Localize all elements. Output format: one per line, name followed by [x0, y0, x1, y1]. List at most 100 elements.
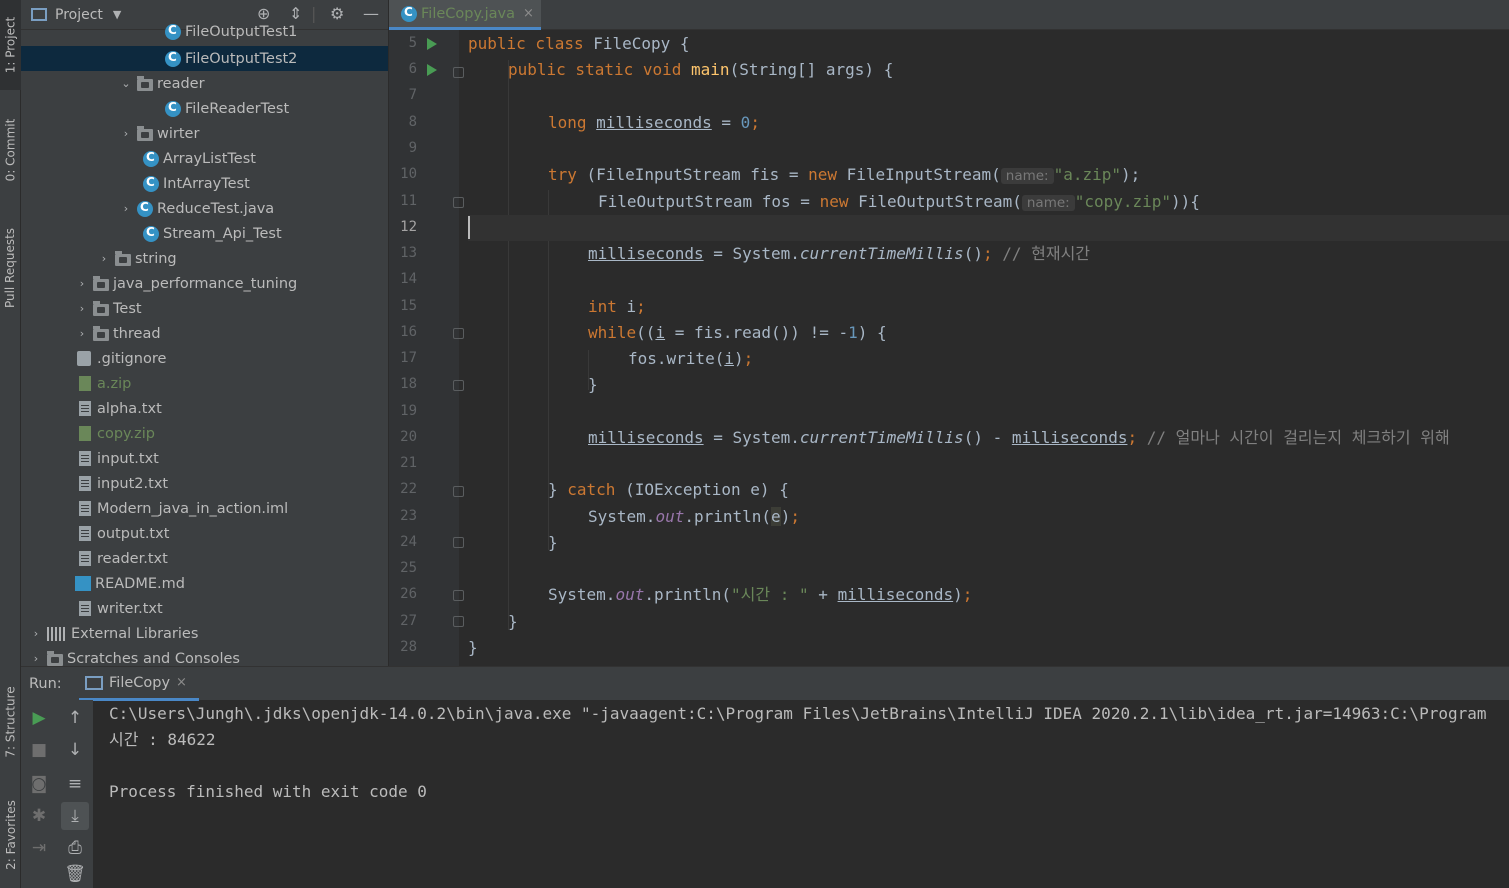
chevron-right-icon[interactable]: ›	[29, 652, 43, 665]
arrow-up-icon[interactable]: ↑	[61, 704, 89, 732]
code-token: )){	[1171, 192, 1200, 211]
text-file-icon	[79, 401, 91, 416]
tree-item-copy-zip[interactable]: copy.zip	[21, 421, 388, 446]
tree-item-external-libraries[interactable]: › External Libraries	[21, 621, 388, 646]
folder-icon	[93, 325, 109, 341]
trash-icon[interactable]: 🗑	[61, 860, 89, 888]
tree-item-alpha-txt[interactable]: alpha.txt	[21, 396, 388, 421]
close-icon[interactable]: ×	[523, 6, 534, 21]
tree-item-modern-java-iml[interactable]: Modern_java_in_action.iml	[21, 496, 388, 521]
tree-item-label: wirter	[157, 125, 200, 142]
structure-tool-tab[interactable]: 7: Structure	[0, 672, 21, 772]
camera-icon[interactable]: ◙	[25, 770, 53, 798]
tree-item-java-performance-tuning[interactable]: › java_performance_tuning	[21, 271, 388, 296]
code-token: main	[691, 60, 730, 79]
tree-item-stream-api-test[interactable]: Stream_Api_Test	[21, 221, 388, 246]
tree-item-readme-md[interactable]: README.md	[21, 571, 388, 596]
close-icon[interactable]: ×	[176, 675, 187, 690]
tree-item-test[interactable]: › Test	[21, 296, 388, 321]
rerun-icon[interactable]: ▶	[25, 704, 53, 732]
code-line-20: milliseconds = System.currentTimeMillis(…	[588, 425, 1450, 451]
tree-item-input2-txt[interactable]: input2.txt	[21, 471, 388, 496]
tree-item-string[interactable]: › string	[21, 246, 388, 271]
line-number: 15	[400, 298, 417, 314]
editor-tab-filecopy[interactable]: FileCopy.java ×	[389, 0, 541, 30]
tree-item-intarraytest[interactable]: IntArrayTest	[21, 171, 388, 196]
scroll-to-end-icon[interactable]: ⤓	[61, 802, 89, 830]
chevron-right-icon[interactable]: ›	[119, 127, 133, 140]
tree-item-output-txt[interactable]: output.txt	[21, 521, 388, 546]
gear-icon[interactable]: ⚙	[330, 4, 344, 23]
locate-file-icon[interactable]: ⊕	[257, 4, 270, 23]
tree-item-filereadertest[interactable]: FileReaderTest	[21, 96, 388, 121]
chevron-right-icon[interactable]: ›	[97, 252, 111, 265]
code-line-16: while((i = fis.read()) != -1) {	[588, 320, 887, 346]
tree-item-label: alpha.txt	[97, 400, 162, 417]
code-line-17: fos.write(i);	[628, 346, 753, 372]
text-file-icon	[79, 551, 91, 566]
project-tool-tab[interactable]: 1: Project	[0, 0, 21, 90]
project-tool-tab-label: 1: Project	[3, 16, 18, 74]
tree-item-fileoutputtest1[interactable]: FileOutputTest1	[21, 22, 388, 42]
chevron-right-icon[interactable]: ›	[75, 277, 89, 290]
hide-panel-icon[interactable]: —	[363, 4, 379, 23]
tree-item-label: java_performance_tuning	[113, 275, 298, 292]
chevron-down-icon[interactable]: ⌄	[119, 77, 133, 90]
tree-item-reader-txt[interactable]: reader.txt	[21, 546, 388, 571]
chevron-down-icon[interactable]: ▼	[113, 8, 121, 21]
tree-item-wirter[interactable]: › wirter	[21, 121, 388, 146]
favorites-tool-tab[interactable]: 2: Favorites	[0, 785, 21, 885]
chevron-right-icon[interactable]: ›	[29, 627, 43, 640]
tree-item-gitignore[interactable]: .gitignore	[21, 346, 388, 371]
code-token: 1	[848, 323, 858, 342]
fold-icon[interactable]	[453, 537, 464, 548]
code-token: "copy.zip"	[1074, 192, 1172, 211]
tree-item-label: output.txt	[97, 525, 170, 542]
project-view-selector[interactable]: Project	[55, 7, 103, 23]
tree-item-input-txt[interactable]: input.txt	[21, 446, 388, 471]
indent-guide	[508, 60, 509, 630]
chevron-right-icon[interactable]: ›	[75, 327, 89, 340]
stop-icon[interactable]: ■	[25, 736, 53, 764]
soft-wrap-icon[interactable]: ≡	[61, 770, 89, 798]
print-icon[interactable]: ⎙	[61, 834, 89, 862]
tree-item-reader[interactable]: ⌄ reader	[21, 71, 388, 96]
run-tab-filecopy[interactable]: FileCopy ×	[79, 667, 199, 701]
run-tab-label: FileCopy	[109, 674, 171, 691]
collapse-all-icon[interactable]: ⇕	[289, 4, 302, 23]
run-gutter-icon[interactable]	[427, 64, 437, 76]
tree-item-a-zip[interactable]: a.zip	[21, 371, 388, 396]
fold-icon[interactable]	[453, 197, 464, 208]
tree-item-arraylisttest[interactable]: ArrayListTest	[21, 146, 388, 171]
run-gutter-icon[interactable]	[427, 38, 437, 50]
fold-icon[interactable]	[453, 380, 464, 391]
code-token: public class	[468, 34, 584, 53]
console-output[interactable]: C:\Users\Jungh\.jdks\openjdk-14.0.2\bin\…	[109, 700, 1509, 888]
tree-item-writer-txt[interactable]: writer.txt	[21, 596, 388, 621]
code-area[interactable]: public class FileCopy { public static vo…	[468, 30, 1509, 666]
code-token: );	[1121, 165, 1141, 184]
commit-tool-tab[interactable]: 0: Commit	[0, 100, 21, 200]
code-token: )	[733, 349, 744, 368]
pull-requests-tool-tab[interactable]: Pull Requests	[0, 210, 21, 325]
line-number: 18	[400, 376, 417, 392]
fold-icon[interactable]	[453, 67, 464, 78]
console-icon	[85, 675, 103, 690]
exit-icon[interactable]: ⇥	[25, 834, 53, 862]
chevron-right-icon[interactable]: ›	[119, 202, 133, 215]
fold-icon[interactable]	[453, 616, 464, 627]
tree-item-scratches[interactable]: › Scratches and Consoles	[21, 646, 388, 666]
fold-icon[interactable]	[453, 486, 464, 497]
tree-item-thread[interactable]: › thread	[21, 321, 388, 346]
line-number: 13	[400, 245, 417, 261]
chevron-right-icon[interactable]: ›	[75, 302, 89, 315]
code-token: ;	[743, 349, 754, 368]
tree-item-fileoutputtest2[interactable]: FileOutputTest2	[21, 46, 388, 71]
fold-icon[interactable]	[453, 590, 464, 601]
arrow-down-icon[interactable]: ↓	[61, 736, 89, 764]
settings-icon[interactable]: ✱	[25, 802, 53, 830]
fold-icon[interactable]	[453, 328, 464, 339]
code-token: out	[615, 585, 645, 604]
tree-item-reducetest[interactable]: › ReduceTest.java	[21, 196, 388, 221]
tree-item-label: writer.txt	[97, 600, 163, 617]
